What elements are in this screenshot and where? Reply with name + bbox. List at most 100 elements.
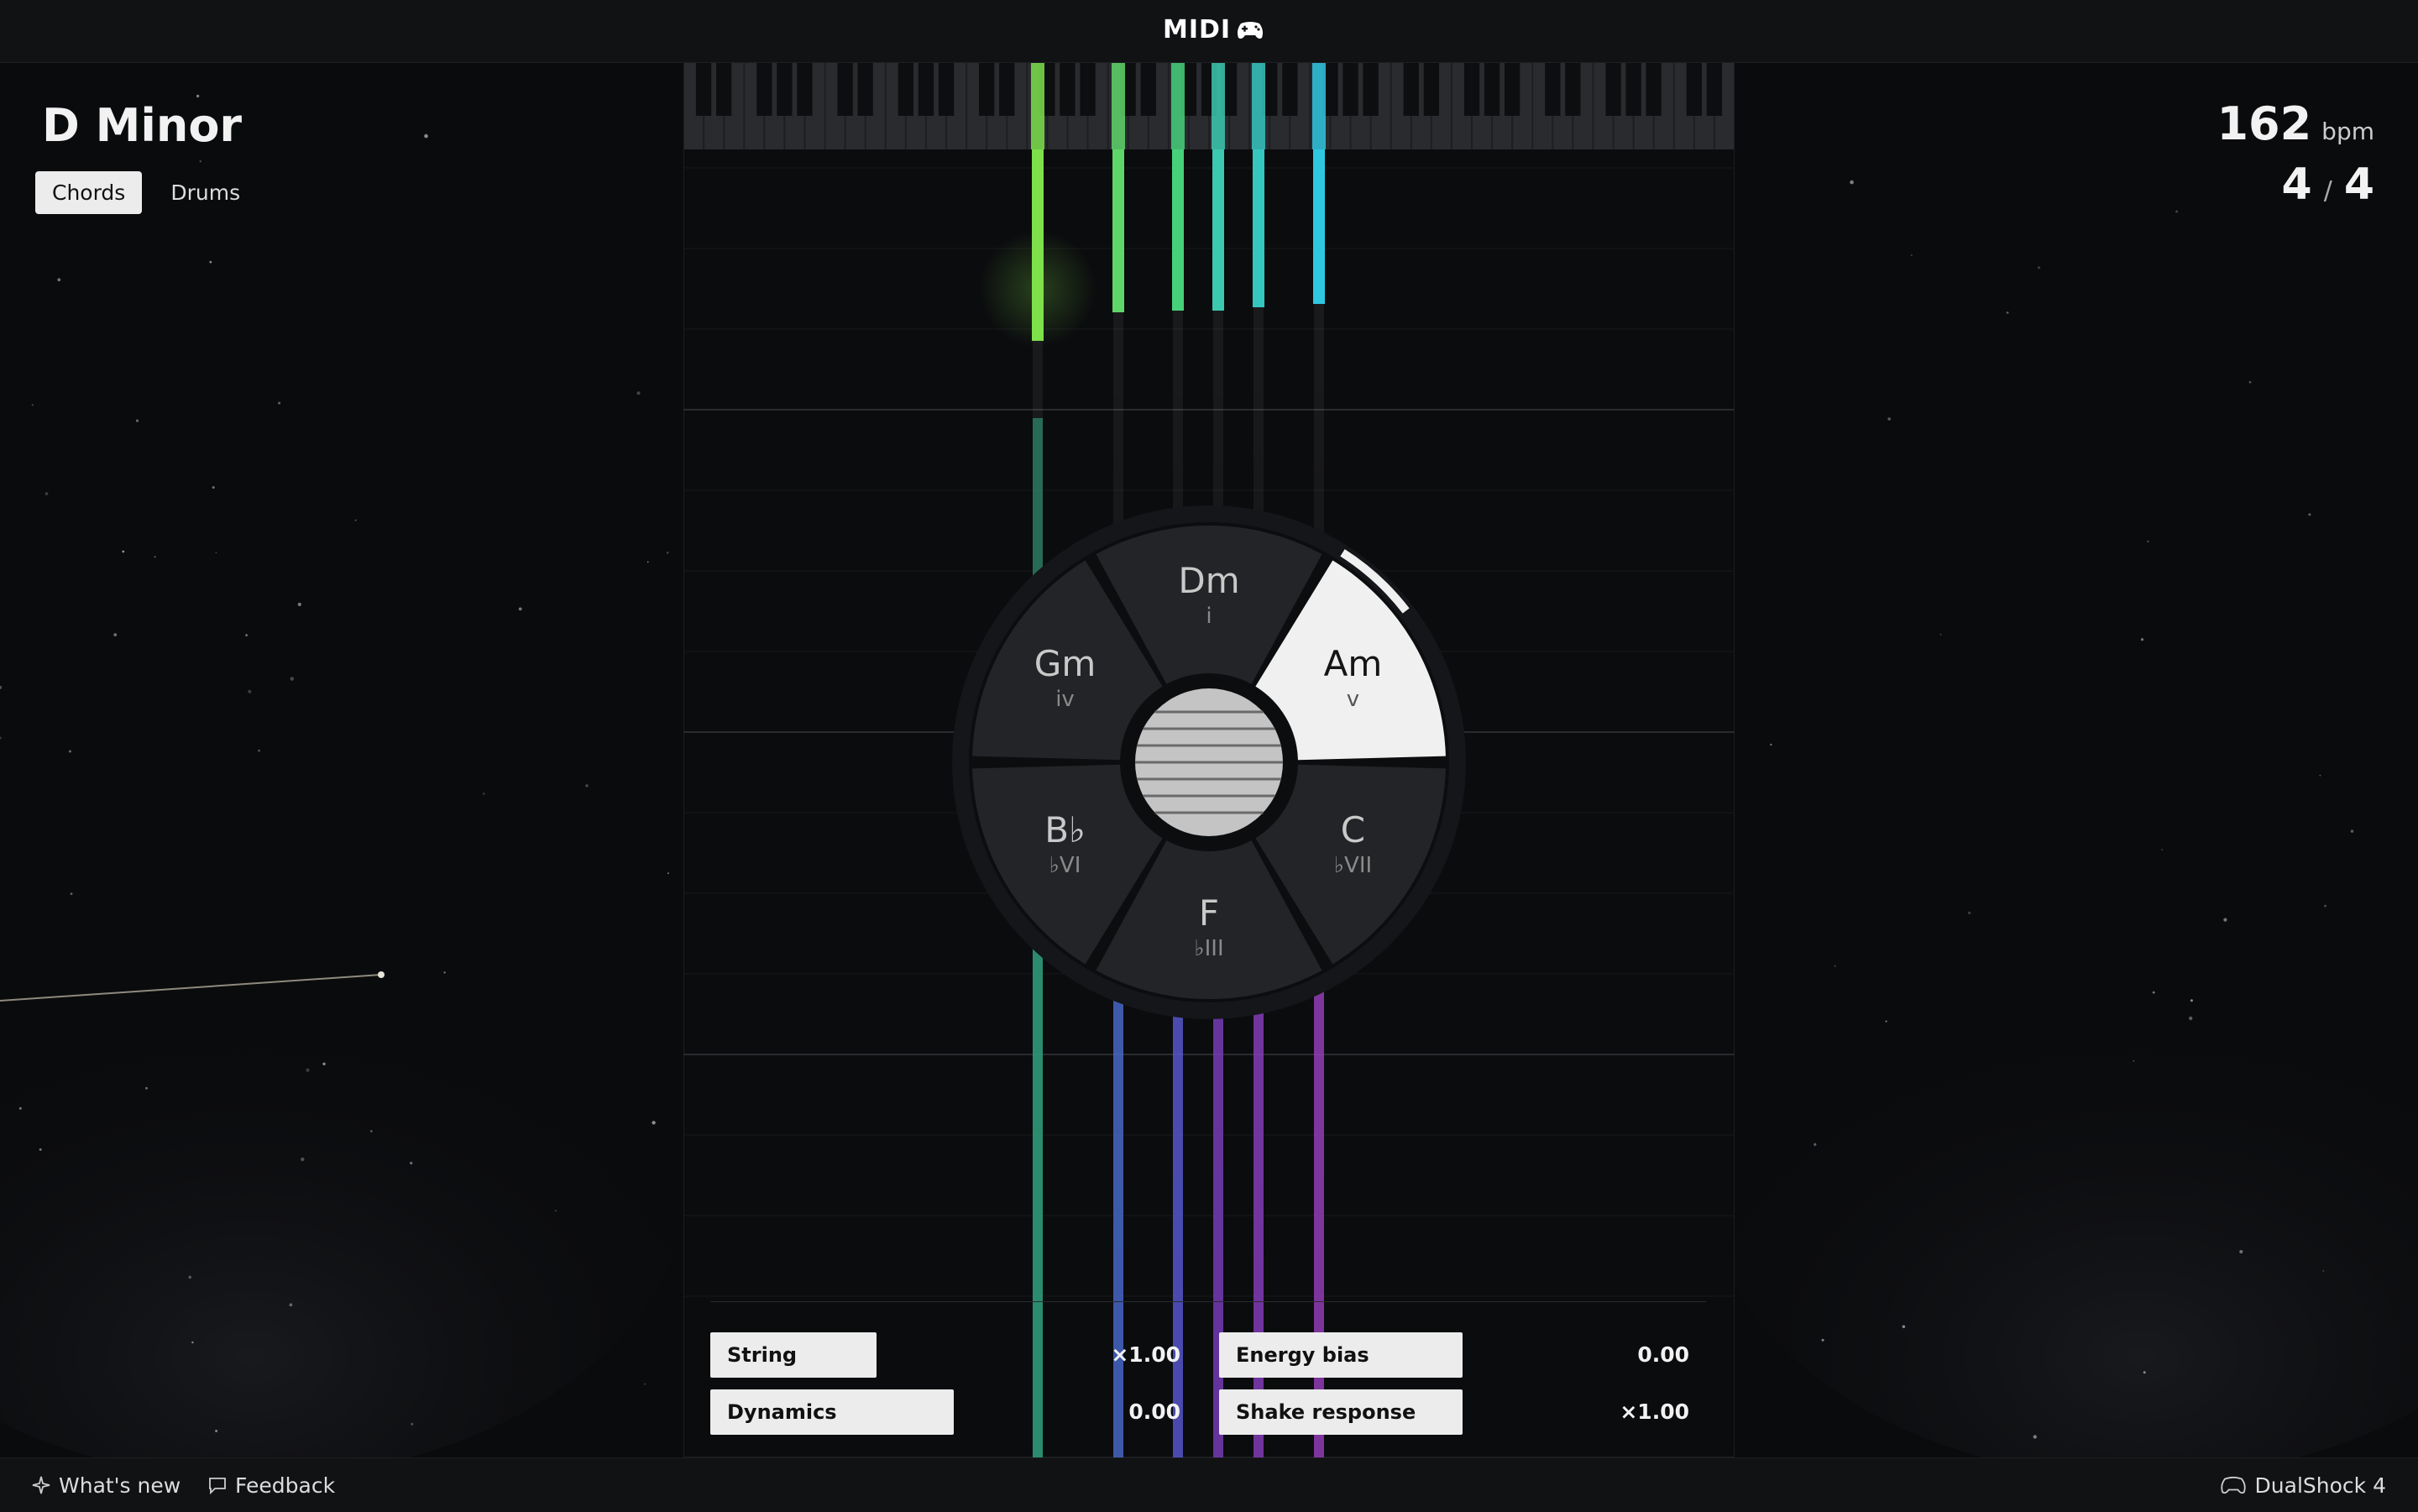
chord-numeral: v <box>1347 687 1359 712</box>
param-dynamics[interactable]: Dynamics 0.00 <box>710 1389 1180 1435</box>
note-bar-upcoming <box>1253 944 1264 1457</box>
chord-numeral: ♭VII <box>1334 853 1372 878</box>
star <box>289 1303 293 1307</box>
chord-name: Dm <box>1178 560 1239 601</box>
tempo-unit: bpm <box>2321 118 2374 145</box>
star <box>410 1161 413 1165</box>
note-bar-upcoming <box>1314 944 1324 1457</box>
black-key <box>938 62 955 116</box>
time-signature[interactable]: 4 / 4 <box>2282 160 2374 210</box>
black-key <box>837 62 853 116</box>
black-key <box>1625 62 1641 116</box>
param-label[interactable]: Shake response <box>1219 1389 1463 1435</box>
black-key <box>756 62 772 116</box>
chord-numeral: i <box>1206 604 1212 629</box>
star <box>199 160 202 163</box>
gamepad-icon <box>2220 1476 2246 1494</box>
top-bar: MIDI <box>0 0 2418 63</box>
star <box>2143 1371 2146 1374</box>
star <box>2308 513 2311 516</box>
black-key <box>1342 62 1358 116</box>
param-value: ×1.00 <box>1620 1400 1689 1424</box>
black-key <box>777 62 793 116</box>
note-bar-upcoming <box>1173 944 1183 1457</box>
star <box>57 278 61 282</box>
black-key <box>979 62 995 116</box>
active-key <box>1252 62 1265 149</box>
star <box>1910 254 1913 257</box>
param-shake-response[interactable]: Shake response ×1.00 <box>1219 1389 1689 1435</box>
brand-logo[interactable]: MIDI <box>1163 15 1264 44</box>
star <box>196 94 200 98</box>
star <box>2133 1059 2135 1062</box>
tab-chords[interactable]: Chords <box>35 171 143 214</box>
tempo-value[interactable]: 162 <box>2216 97 2311 150</box>
star <box>2319 774 2321 777</box>
chord-name: F <box>1199 892 1219 934</box>
star <box>1814 1143 1817 1146</box>
star <box>212 486 215 489</box>
star <box>245 634 248 636</box>
note-bar-upcoming <box>1213 944 1223 1457</box>
star <box>2190 999 2193 1002</box>
star <box>68 750 71 753</box>
whats-new-button[interactable]: What's new <box>32 1458 181 1512</box>
star <box>1885 1020 1887 1023</box>
controller-label: DualShock 4 <box>2254 1473 2386 1498</box>
param-label[interactable]: Energy bias <box>1219 1332 1463 1378</box>
star <box>424 133 428 139</box>
gamepad-icon <box>1238 21 1264 39</box>
black-key <box>1423 62 1439 116</box>
star <box>667 872 669 875</box>
key-title: D Minor <box>42 99 243 152</box>
star <box>2175 210 2179 213</box>
star <box>258 749 260 752</box>
chord-name: B♭ <box>1044 809 1086 850</box>
star <box>113 633 118 636</box>
active-key <box>1212 62 1225 149</box>
chat-bubble-icon <box>209 1478 226 1494</box>
star <box>2223 918 2227 922</box>
feedback-button[interactable]: Feedback <box>208 1458 335 1512</box>
star <box>2147 540 2149 543</box>
star <box>18 1107 22 1110</box>
star <box>1770 743 1772 746</box>
black-key <box>1060 62 1076 116</box>
param-string-sustain[interactable]: String sustain ×1.00 <box>710 1332 1180 1412</box>
param-label[interactable]: Dynamics <box>710 1389 954 1435</box>
star <box>369 1130 373 1133</box>
star <box>191 1341 194 1344</box>
feedback-label: Feedback <box>235 1473 336 1498</box>
star <box>2324 904 2326 908</box>
star <box>2248 380 2252 384</box>
star <box>248 689 252 693</box>
chord-name: Gm <box>1034 643 1096 684</box>
black-key <box>1140 62 1156 116</box>
star <box>322 1062 326 1066</box>
star <box>209 260 212 264</box>
star <box>215 1430 218 1432</box>
star <box>2006 311 2009 314</box>
star <box>585 784 589 787</box>
star <box>2322 1269 2325 1272</box>
note-bar-upcoming <box>1113 944 1123 1457</box>
star <box>301 1157 305 1162</box>
mode-tabs: Chords Drums <box>35 171 257 214</box>
time-signature-top: 4 <box>2281 160 2312 210</box>
star <box>411 1422 414 1426</box>
brand-text: MIDI <box>1163 15 1232 44</box>
star <box>2152 991 2155 994</box>
black-key <box>1605 62 1621 116</box>
tab-drums[interactable]: Drums <box>154 171 257 214</box>
param-energy-bias[interactable]: Energy bias 0.00 <box>1219 1332 1689 1378</box>
star <box>135 419 139 422</box>
black-key <box>1282 62 1298 116</box>
star <box>554 1210 557 1212</box>
controller-status[interactable]: DualShock 4 <box>2220 1458 2386 1512</box>
star <box>518 607 522 611</box>
param-label[interactable]: String sustain <box>710 1332 877 1412</box>
star <box>652 1121 656 1125</box>
note-stage: Dm i Am v C ♭VII F♭III B♭ ♭VI Gm iv <box>683 62 1735 1457</box>
star <box>297 602 301 607</box>
note-bar-active <box>1032 149 1044 341</box>
